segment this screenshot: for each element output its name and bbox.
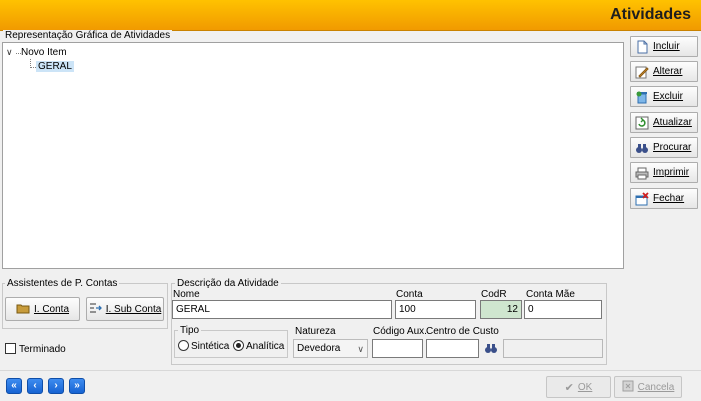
expand-toggle-icon[interactable]: ∨ xyxy=(6,47,13,58)
codigo-aux-label: Código Aux. xyxy=(373,326,427,337)
terminado-label: Terminado xyxy=(19,344,66,355)
excluir-button[interactable]: Excluir xyxy=(630,86,698,107)
chevron-down-icon: ∨ xyxy=(357,344,364,354)
binoculars-icon xyxy=(635,141,649,155)
window-title: Atividades xyxy=(610,6,691,23)
tree-group-label: Representação Gráfica de Atividades xyxy=(3,30,173,41)
nome-field[interactable]: GERAL xyxy=(172,300,392,319)
conta-mae-label: Conta Mãe xyxy=(526,289,575,300)
folder-add-icon xyxy=(16,302,30,317)
previous-record-button[interactable]: ‹ xyxy=(27,378,43,394)
radio-indicator xyxy=(178,340,189,351)
footer-divider xyxy=(0,370,701,371)
title-bar: Atividades xyxy=(0,0,701,31)
chevron-left-icon: ‹ xyxy=(33,380,37,391)
printer-icon xyxy=(635,166,649,180)
descricao-group-label: Descrição da Atividade xyxy=(175,278,281,289)
tipo-label: Tipo xyxy=(178,325,202,336)
codr-field: 12 xyxy=(480,300,522,319)
incluir-button[interactable]: Incluir xyxy=(630,36,698,57)
atualizar-button[interactable]: Atualizar xyxy=(630,112,698,133)
close-window-icon xyxy=(635,191,649,206)
conta-label: Conta xyxy=(396,289,423,300)
tipo-sintetica-radio[interactable]: Sintética xyxy=(178,340,229,352)
tipo-analitica-radio[interactable]: Analítica xyxy=(233,340,284,352)
conta-mae-field[interactable]: 0 xyxy=(524,300,602,319)
first-record-button[interactable]: « xyxy=(6,378,22,394)
nome-label: Nome xyxy=(173,289,200,300)
last-record-button[interactable]: » xyxy=(69,378,85,394)
edit-pencil-icon xyxy=(635,65,649,79)
activity-tree[interactable]: ∨ Novo Item GERAL xyxy=(2,42,624,269)
codigo-aux-field[interactable] xyxy=(372,339,423,358)
i-conta-button[interactable]: I. Conta xyxy=(5,297,80,321)
terminado-checkbox[interactable] xyxy=(5,343,16,354)
ok-button[interactable]: ✔ OK xyxy=(546,376,611,398)
binoculars-icon[interactable] xyxy=(484,342,498,357)
tree-item-root[interactable]: Novo Item xyxy=(21,47,67,59)
centro-custo-description xyxy=(503,339,603,358)
natureza-label: Natureza xyxy=(295,326,336,337)
radio-indicator xyxy=(233,340,244,351)
imprimir-button[interactable]: Imprimir xyxy=(630,162,698,183)
natureza-select[interactable]: Devedora ∨ xyxy=(293,339,368,358)
fechar-button[interactable]: Fechar xyxy=(630,188,698,209)
tree-item-geral[interactable]: GERAL xyxy=(36,61,74,73)
conta-field[interactable]: 100 xyxy=(395,300,476,319)
next-record-button[interactable]: › xyxy=(48,378,64,394)
i-sub-conta-button[interactable]: I. Sub Conta xyxy=(86,297,164,321)
centro-custo-field[interactable] xyxy=(426,339,479,358)
double-chevron-left-icon: « xyxy=(11,380,17,391)
double-chevron-right-icon: » xyxy=(74,380,80,391)
assistentes-group-label: Assistentes de P. Contas xyxy=(5,278,120,289)
procurar-button[interactable]: Procurar xyxy=(630,137,698,158)
refresh-icon xyxy=(635,116,649,130)
alterar-button[interactable]: Alterar xyxy=(630,61,698,82)
centro-custo-label: Centro de Custo xyxy=(426,326,499,337)
delete-bin-icon xyxy=(635,90,649,104)
new-document-icon xyxy=(635,40,649,54)
chevron-right-icon: › xyxy=(54,380,58,391)
indent-arrow-icon xyxy=(89,302,103,317)
cancela-button[interactable]: Cancela xyxy=(614,376,682,398)
codr-label: CodR xyxy=(481,289,507,300)
cancel-icon xyxy=(622,380,634,395)
check-icon: ✔ xyxy=(564,381,574,394)
